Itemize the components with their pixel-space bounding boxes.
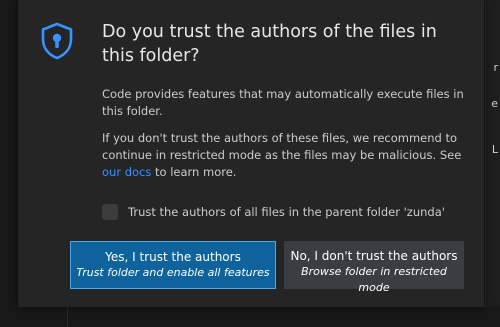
trust-parent-label[interactable]: Trust the authors of all files in the pa… (128, 205, 445, 219)
background-panel (0, 307, 500, 327)
workspace-trust-dialog: Do you trust the authors of the files in… (18, 0, 484, 307)
dialog-description: Code provides features that may automati… (102, 87, 464, 118)
background-glyph: e (491, 97, 498, 110)
background-editor-edge: r e L (485, 0, 500, 327)
trust-button-sublabel: Trust folder and enable all features (76, 266, 270, 279)
restricted-mode-button[interactable]: No, I don't trust the authors Browse fol… (284, 241, 464, 294)
app-window: r e L Do you trust the authors of the fi… (0, 0, 500, 327)
dialog-warning: If you don't trust the authors of these … (102, 130, 472, 181)
trust-parent-checkbox[interactable] (102, 204, 118, 220)
restrict-button-label: No, I don't trust the authors (290, 249, 458, 263)
background-glyph: r (493, 61, 498, 74)
background-glyph: L (491, 143, 498, 156)
restrict-button-sublabel: Browse folder in restricted mode (301, 265, 447, 294)
warning-text: If you don't trust the authors of these … (102, 131, 462, 162)
docs-link[interactable]: our docs (102, 165, 151, 179)
background-sidebar (0, 0, 18, 327)
trust-authors-button[interactable]: Yes, I trust the authors Trust folder an… (70, 241, 276, 289)
trust-button-label: Yes, I trust the authors (105, 250, 241, 264)
trust-parent-row: Trust the authors of all files in the pa… (102, 204, 445, 220)
shield-lock-icon (41, 22, 73, 60)
warning-text-end: to learn more. (151, 165, 237, 179)
dialog-title: Do you trust the authors of the files in… (102, 22, 437, 66)
